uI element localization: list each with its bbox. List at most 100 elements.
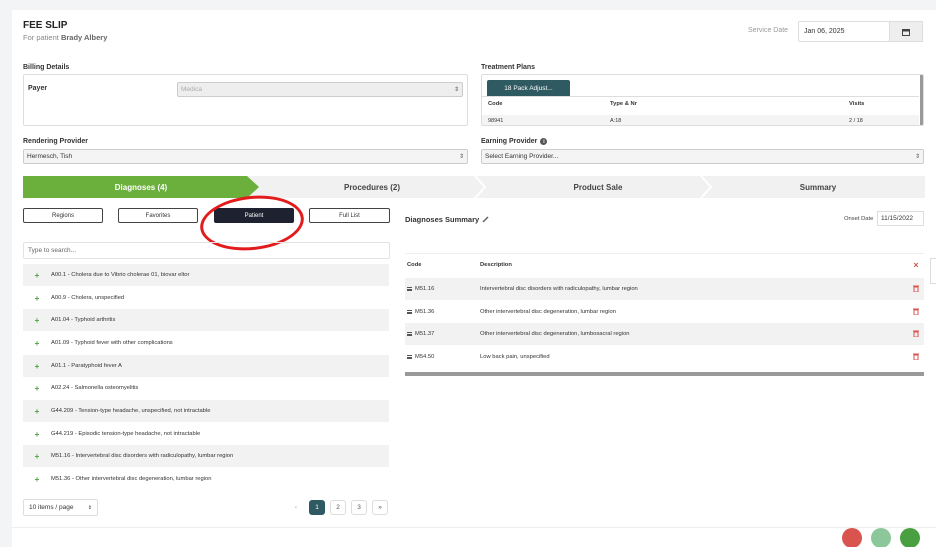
summary-description: Other intervertebral disc degeneration, …: [480, 309, 616, 315]
list-item[interactable]: + G44.219 - Episodic tension-type headach…: [23, 423, 389, 445]
drag-handle-icon[interactable]: [407, 355, 412, 359]
list-item[interactable]: + A02.24 - Salmonella osteomyelitis: [23, 377, 389, 399]
add-icon[interactable]: +: [23, 271, 51, 280]
trash-icon[interactable]: [908, 285, 924, 294]
table-row[interactable]: M51.16 Intervertebral disc disorders wit…: [405, 278, 924, 300]
treatment-plan-tab[interactable]: 18 Pack Adjust...: [487, 80, 570, 96]
prev-page-button[interactable]: ‹: [288, 500, 304, 515]
trash-icon[interactable]: [908, 330, 924, 339]
page-2-button[interactable]: 2: [330, 500, 346, 515]
summary-code: M51.16: [415, 286, 435, 292]
tp-col-code: Code: [488, 101, 503, 107]
list-item[interactable]: + M51.36 - Other intervertebral disc dege…: [23, 468, 389, 490]
table-row[interactable]: M51.37 Other intervertebral disc degener…: [405, 323, 924, 345]
side-panel-handle[interactable]: [930, 258, 936, 284]
chevron-divider-icon: [700, 176, 713, 198]
add-icon[interactable]: +: [23, 430, 51, 439]
chevron-divider-icon: [474, 176, 487, 198]
info-icon[interactable]: i: [540, 138, 548, 145]
tp-code: 98941: [488, 118, 504, 124]
tab-procedures[interactable]: Procedures (2): [259, 176, 485, 198]
add-icon[interactable]: +: [23, 362, 51, 371]
rendering-provider-label: Rendering Provider: [23, 138, 88, 145]
page-1-button[interactable]: 1: [309, 500, 325, 515]
rendering-provider-value: Hermesch, Tish: [27, 153, 73, 160]
table-row[interactable]: M54.50 Low back pain, unspecified: [405, 346, 924, 368]
add-icon[interactable]: +: [23, 294, 51, 303]
calendar-button[interactable]: [889, 21, 923, 42]
earning-provider-placeholder: Select Earning Provider...: [485, 153, 559, 160]
diagnosis-label: A01.09 - Typhoid fever with other compli…: [51, 340, 173, 346]
list-item[interactable]: + G44.209 - Tension-type headache, unspec…: [23, 400, 389, 422]
table-row[interactable]: M51.36 Other intervertebral disc degener…: [405, 301, 924, 323]
summary-col-code: Code: [407, 261, 422, 268]
clear-all-icon[interactable]: ×: [908, 260, 924, 270]
list-item[interactable]: + A01.1 - Paratyphoid fever A: [23, 355, 389, 377]
items-per-page-select[interactable]: 10 items / page ⇕: [23, 499, 98, 516]
wizard-tabs: Diagnoses (4) Procedures (2) Product Sal…: [23, 176, 925, 198]
confirm-fab-button[interactable]: [900, 528, 920, 547]
scrollbar[interactable]: [405, 372, 924, 376]
earning-provider-label: Earning Provider: [481, 138, 538, 145]
add-icon[interactable]: +: [23, 339, 51, 348]
select-caret-icon: ⇕: [453, 87, 459, 93]
drag-handle-icon[interactable]: [407, 332, 412, 336]
add-icon[interactable]: +: [23, 452, 51, 461]
trash-icon[interactable]: [908, 353, 924, 362]
tp-col-type: Type & Nr: [610, 101, 637, 107]
tab-product-sale[interactable]: Product Sale: [485, 176, 711, 198]
billing-details-box: Payer Medica ⇕: [23, 74, 468, 126]
add-icon[interactable]: +: [23, 407, 51, 416]
next-page-button[interactable]: »: [372, 500, 388, 515]
trash-icon[interactable]: [908, 308, 924, 317]
summary-description: Intervertebral disc disorders with radic…: [480, 286, 638, 292]
subtitle-prefix: For patient: [23, 33, 59, 42]
select-caret-icon: ⇕: [914, 154, 920, 160]
add-icon[interactable]: +: [23, 316, 51, 325]
onset-date-input[interactable]: 11/15/2022: [877, 211, 924, 226]
diagnosis-label: M51.36 - Other intervertebral disc degen…: [51, 476, 212, 482]
pencil-icon[interactable]: [482, 216, 489, 223]
items-per-page-value: 10 items / page: [29, 504, 74, 511]
select-caret-icon: ⇕: [458, 154, 464, 160]
list-item[interactable]: + A01.09 - Typhoid fever with other compl…: [23, 332, 389, 354]
add-icon[interactable]: +: [23, 384, 51, 393]
regions-button[interactable]: Regions: [23, 208, 103, 223]
drag-handle-icon[interactable]: [407, 310, 412, 314]
list-item[interactable]: + M51.16 - Intervertebral disc disorders …: [23, 445, 389, 467]
diagnosis-label: A01.1 - Paratyphoid fever A: [51, 363, 122, 369]
search-input[interactable]: Type to search...: [23, 242, 390, 259]
rendering-provider-select[interactable]: Hermesch, Tish ⇕: [23, 149, 468, 164]
diagnosis-label: G44.209 - Tension-type headache, unspeci…: [51, 408, 211, 414]
save-fab-button[interactable]: [871, 528, 891, 547]
onset-date-label: Onset Date: [844, 216, 874, 222]
tp-col-visits: Visits: [849, 101, 865, 107]
diagnosis-label: M51.16 - Intervertebral disc disorders w…: [51, 453, 234, 459]
drag-handle-icon[interactable]: [407, 287, 412, 291]
summary-description: Other intervertebral disc degeneration, …: [480, 331, 630, 337]
treatment-plans-box: 18 Pack Adjust... Code Type & Nr Visits …: [481, 74, 924, 126]
service-date-input[interactable]: Jan 06, 2025: [798, 21, 890, 42]
diagnosis-label: A01.04 - Typhoid arthritis: [51, 317, 116, 323]
add-icon[interactable]: +: [23, 475, 51, 484]
calendar-icon: [902, 28, 910, 36]
favorites-button[interactable]: Favorites: [118, 208, 198, 223]
list-item[interactable]: + A00.1 - Cholera due to Vibrio cholerae …: [23, 264, 389, 286]
scrollbar[interactable]: [920, 75, 923, 125]
payer-select[interactable]: Medica ⇕: [177, 82, 463, 97]
treatment-plans-label: Treatment Plans: [481, 64, 536, 71]
tab-summary[interactable]: Summary: [711, 176, 925, 198]
diagnosis-label: A00.9 - Cholera, unspecified: [51, 295, 125, 301]
earning-provider-select[interactable]: Select Earning Provider... ⇕: [481, 149, 924, 164]
cancel-fab-button[interactable]: [842, 528, 862, 547]
list-item[interactable]: + A01.04 - Typhoid arthritis: [23, 309, 389, 331]
tab-diagnoses[interactable]: Diagnoses (4): [23, 176, 259, 198]
diagnoses-summary-title: Diagnoses Summary: [405, 215, 480, 224]
table-row[interactable]: 98941 A:18 2 / 18: [482, 115, 919, 125]
list-item[interactable]: + A00.9 - Cholera, unspecified: [23, 287, 389, 309]
page-3-button[interactable]: 3: [351, 500, 367, 515]
payer-label: Payer: [28, 85, 48, 92]
page-title: FEE SLIP: [23, 20, 68, 31]
payer-value: Medica: [181, 86, 202, 93]
full-list-button[interactable]: Full List: [309, 208, 390, 223]
